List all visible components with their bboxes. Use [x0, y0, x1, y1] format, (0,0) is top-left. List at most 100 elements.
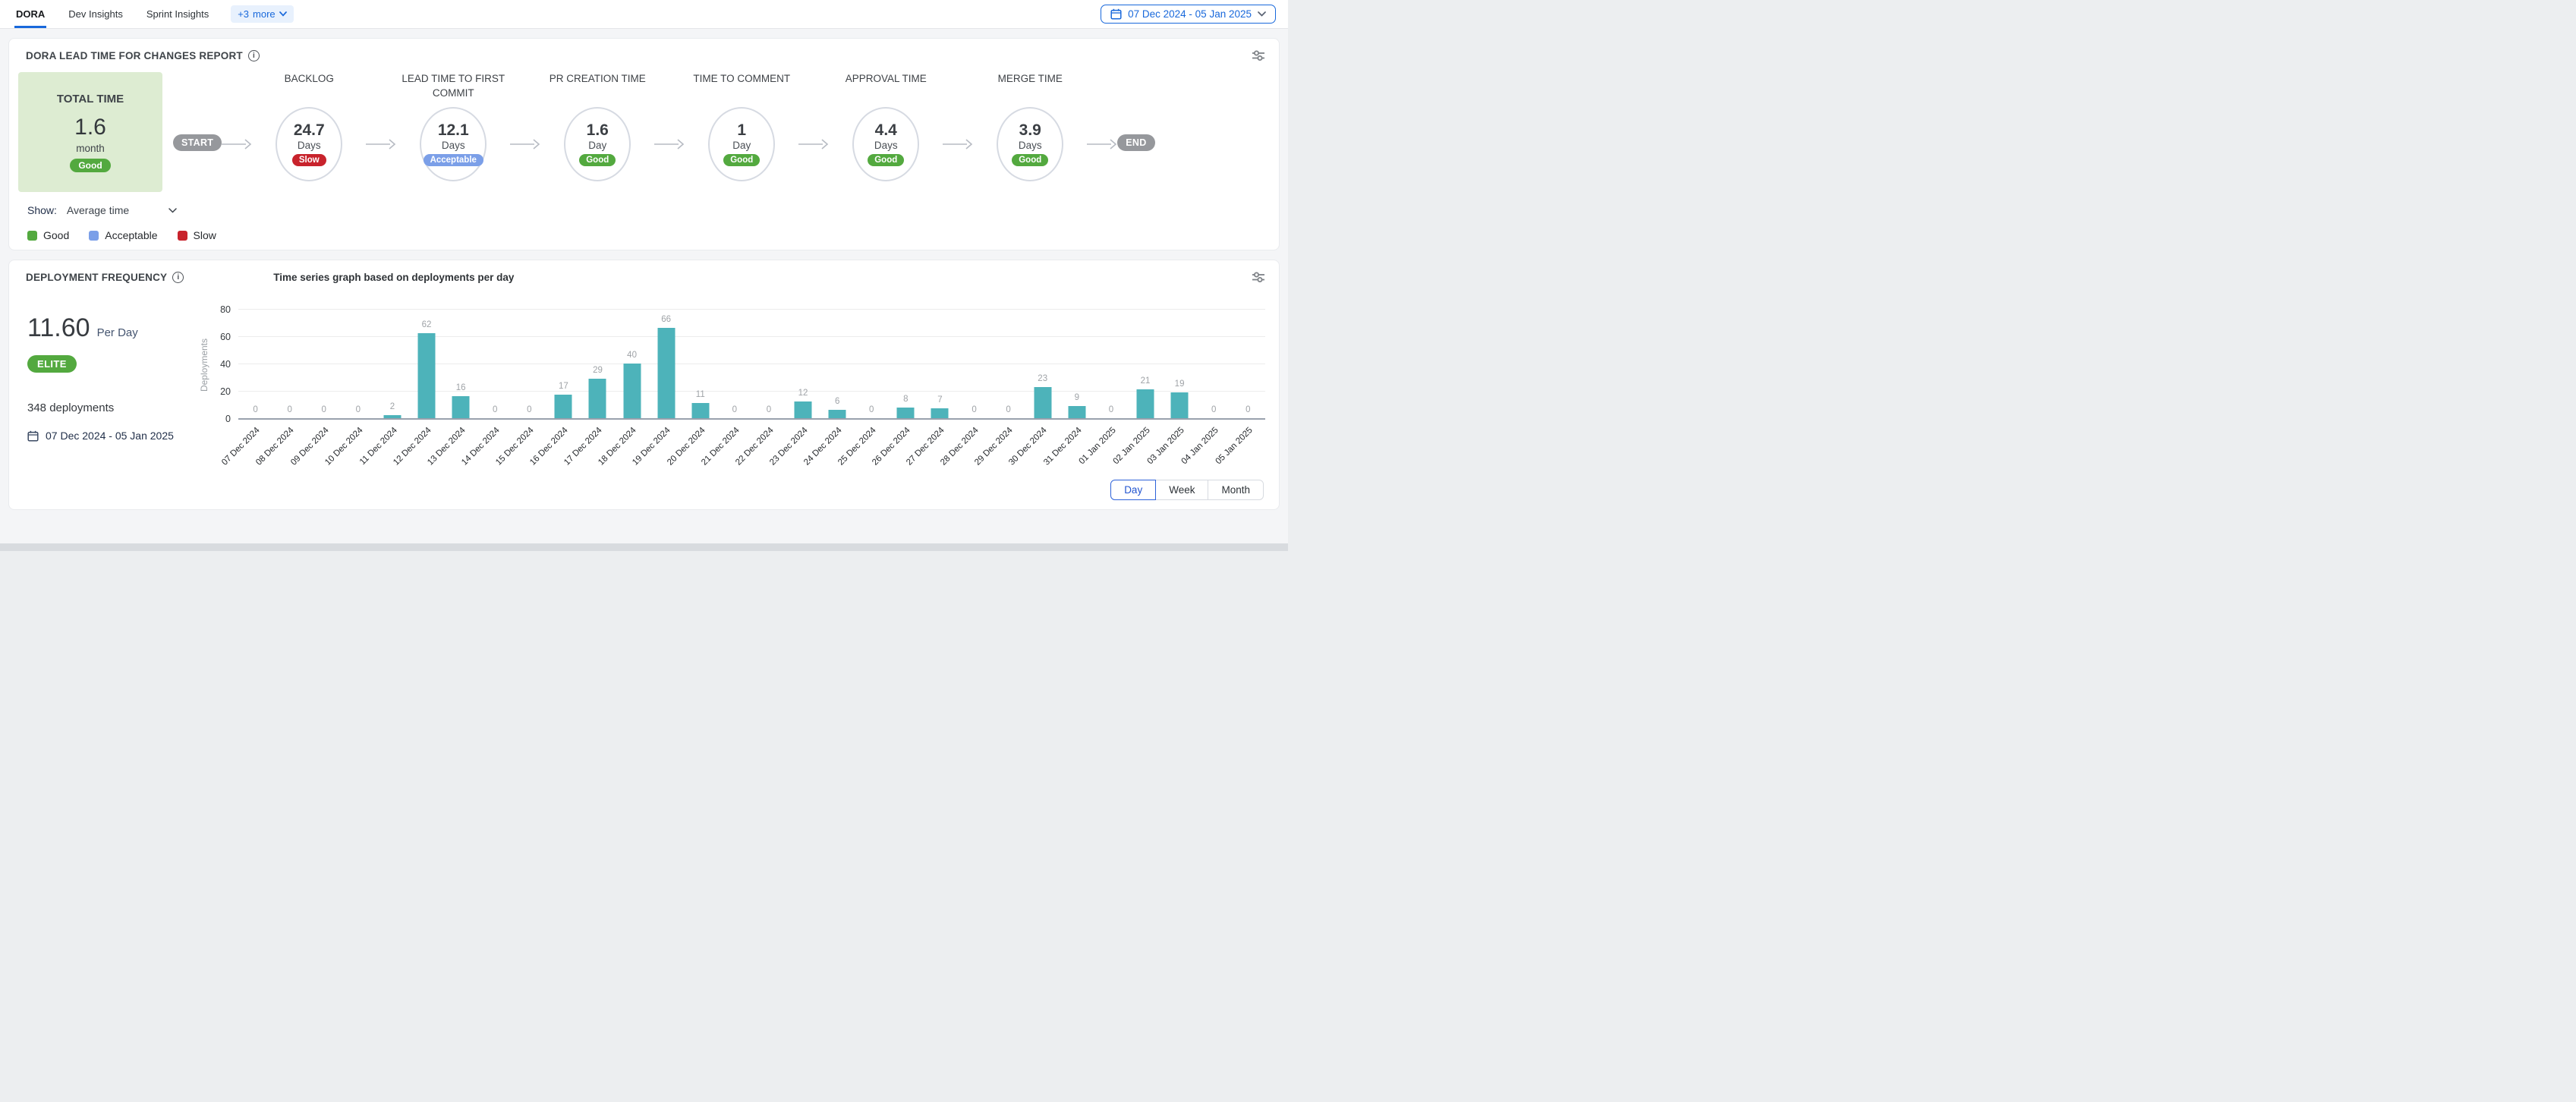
chart-column[interactable]: 6212 Dec 2024	[409, 310, 443, 418]
deployment-rate-unit: Per Day	[97, 326, 138, 339]
deployment-bar[interactable]	[589, 379, 606, 418]
deployment-bar[interactable]	[452, 396, 470, 418]
deployment-bar[interactable]	[1171, 392, 1189, 418]
deployment-bar[interactable]	[623, 364, 641, 418]
show-label: Show:	[27, 204, 57, 216]
chart-column[interactable]: 001 Jan 2025	[1094, 310, 1128, 418]
lead-time-content: TOTAL TIME 1.6 month Good STARTBACKLOG24…	[9, 61, 1279, 192]
chart-column[interactable]: 211 Dec 2024	[375, 310, 409, 418]
deployment-bar[interactable]	[931, 408, 949, 418]
chart-column[interactable]: 931 Dec 2024	[1060, 310, 1094, 418]
funnel-stage-backlog: BACKLOG24.7DaysSlow	[252, 72, 366, 181]
chart-column[interactable]: 005 Jan 2025	[1231, 310, 1265, 418]
y-axis-tick: 60	[220, 332, 231, 342]
tab-dora[interactable]: DORA	[14, 0, 46, 28]
lead-time-card: DORA LEAD TIME FOR CHANGES REPORT TOTAL …	[8, 38, 1280, 250]
info-icon[interactable]	[172, 272, 184, 283]
lead-time-header: DORA LEAD TIME FOR CHANGES REPORT	[9, 39, 1279, 61]
stage-unit: Days	[1019, 140, 1042, 151]
bar-value-label: 19	[1175, 379, 1185, 389]
chart-column[interactable]: 029 Dec 2024	[991, 310, 1025, 418]
deployment-bar[interactable]	[418, 333, 436, 418]
chart-column[interactable]: 1613 Dec 2024	[444, 310, 478, 418]
chart-column[interactable]: 2102 Jan 2025	[1128, 310, 1162, 418]
stage-value: 12.1	[438, 122, 469, 139]
deployment-bar[interactable]	[1068, 406, 1085, 418]
bar-value-label: 0	[1211, 405, 1216, 414]
tab-dev-insights[interactable]: Dev Insights	[67, 0, 124, 28]
chart-column[interactable]: 1223 Dec 2024	[786, 310, 820, 418]
chart-column[interactable]: 2917 Dec 2024	[581, 310, 615, 418]
sliders-icon[interactable]	[1252, 49, 1265, 61]
chart-column[interactable]: 028 Dec 2024	[957, 310, 991, 418]
deployment-bar[interactable]	[1136, 389, 1154, 418]
chart-column[interactable]: 826 Dec 2024	[889, 310, 923, 418]
total-time-value: 1.6	[74, 116, 106, 139]
stage-unit: Days	[298, 140, 321, 151]
sliders-icon[interactable]	[1252, 271, 1265, 283]
stage-circle: 4.4DaysGood	[852, 107, 919, 181]
bar-value-label: 12	[798, 389, 808, 398]
chart-column[interactable]: 624 Dec 2024	[820, 310, 855, 418]
deployment-date-range: 07 Dec 2024 - 05 Jan 2025	[27, 430, 199, 442]
date-range-picker[interactable]: 07 Dec 2024 - 05 Jan 2025	[1101, 5, 1276, 24]
stage-unit: Day	[732, 140, 751, 151]
stage-title: LEAD TIME TO FIRST COMMIT	[396, 72, 510, 107]
chart-column[interactable]: 010 Dec 2024	[341, 310, 375, 418]
tab-sprint-insights[interactable]: Sprint Insights	[145, 0, 210, 28]
show-metric-dropdown[interactable]: Show: Average time	[27, 204, 1279, 216]
toggle-day[interactable]: Day	[1110, 480, 1156, 500]
y-axis-title: Deployments	[199, 310, 209, 420]
bar-value-label: 0	[287, 405, 291, 414]
bar-value-label: 0	[732, 405, 737, 414]
status-legend: GoodAcceptableSlow	[27, 229, 1279, 241]
deployment-bar[interactable]	[795, 401, 812, 418]
stage-circle: 1DayGood	[708, 107, 775, 181]
deployment-bar[interactable]	[897, 408, 915, 418]
deployment-bar[interactable]	[691, 403, 709, 418]
chart-column[interactable]: 009 Dec 2024	[307, 310, 341, 418]
toggle-week[interactable]: Week	[1155, 480, 1208, 500]
legend-label: Slow	[194, 229, 216, 241]
deployment-stats: 11.60 Per Day ELITE 348 deployments 07 D…	[18, 283, 199, 502]
chart-column[interactable]: 1716 Dec 2024	[546, 310, 581, 418]
bar-value-label: 2	[390, 402, 395, 411]
chart-column[interactable]: 1120 Dec 2024	[683, 310, 717, 418]
chart-column[interactable]: 025 Dec 2024	[855, 310, 889, 418]
total-time-card: TOTAL TIME 1.6 month Good	[18, 72, 162, 192]
deployment-bar[interactable]	[383, 415, 401, 418]
flow-arrow	[943, 138, 973, 150]
stage-unit: Days	[874, 140, 898, 151]
chart-column[interactable]: 4018 Dec 2024	[615, 310, 649, 418]
chart-column[interactable]: 004 Jan 2025	[1197, 310, 1231, 418]
y-axis-tick: 40	[220, 359, 231, 370]
bar-value-label: 0	[1245, 405, 1250, 414]
bar-value-label: 9	[1075, 393, 1079, 402]
chart-column[interactable]: 007 Dec 2024	[238, 310, 272, 418]
chart-column[interactable]: 014 Dec 2024	[478, 310, 512, 418]
toggle-month[interactable]: Month	[1208, 480, 1264, 500]
y-axis-tick: 0	[225, 414, 231, 424]
more-tabs-button[interactable]: +3more	[231, 5, 293, 23]
bar-value-label: 40	[627, 351, 637, 360]
bar-value-label: 0	[972, 405, 976, 414]
info-icon[interactable]	[248, 50, 260, 61]
deployment-bar[interactable]	[829, 410, 846, 418]
stage-circle: 3.9DaysGood	[997, 107, 1063, 181]
chart-column[interactable]: 022 Dec 2024	[751, 310, 786, 418]
chart-column[interactable]: 727 Dec 2024	[923, 310, 957, 418]
chart-column[interactable]: 008 Dec 2024	[272, 310, 307, 418]
flow-arrow	[654, 138, 685, 150]
funnel-stage-approval-time: APPROVAL TIME4.4DaysGood	[829, 72, 943, 181]
bar-value-label: 7	[937, 395, 942, 405]
deployment-bar[interactable]	[1034, 387, 1051, 418]
stage-title: PR CREATION TIME	[550, 72, 646, 107]
chart-column[interactable]: 2330 Dec 2024	[1025, 310, 1060, 418]
chart-column[interactable]: 015 Dec 2024	[512, 310, 546, 418]
deployment-bar[interactable]	[555, 395, 572, 418]
deployment-frequency-header: DEPLOYMENT FREQUENCY Time series graph b…	[9, 260, 1279, 283]
chart-column[interactable]: 6619 Dec 2024	[649, 310, 683, 418]
chart-column[interactable]: 021 Dec 2024	[717, 310, 751, 418]
chart-column[interactable]: 1903 Jan 2025	[1163, 310, 1197, 418]
deployment-bar[interactable]	[657, 328, 675, 418]
